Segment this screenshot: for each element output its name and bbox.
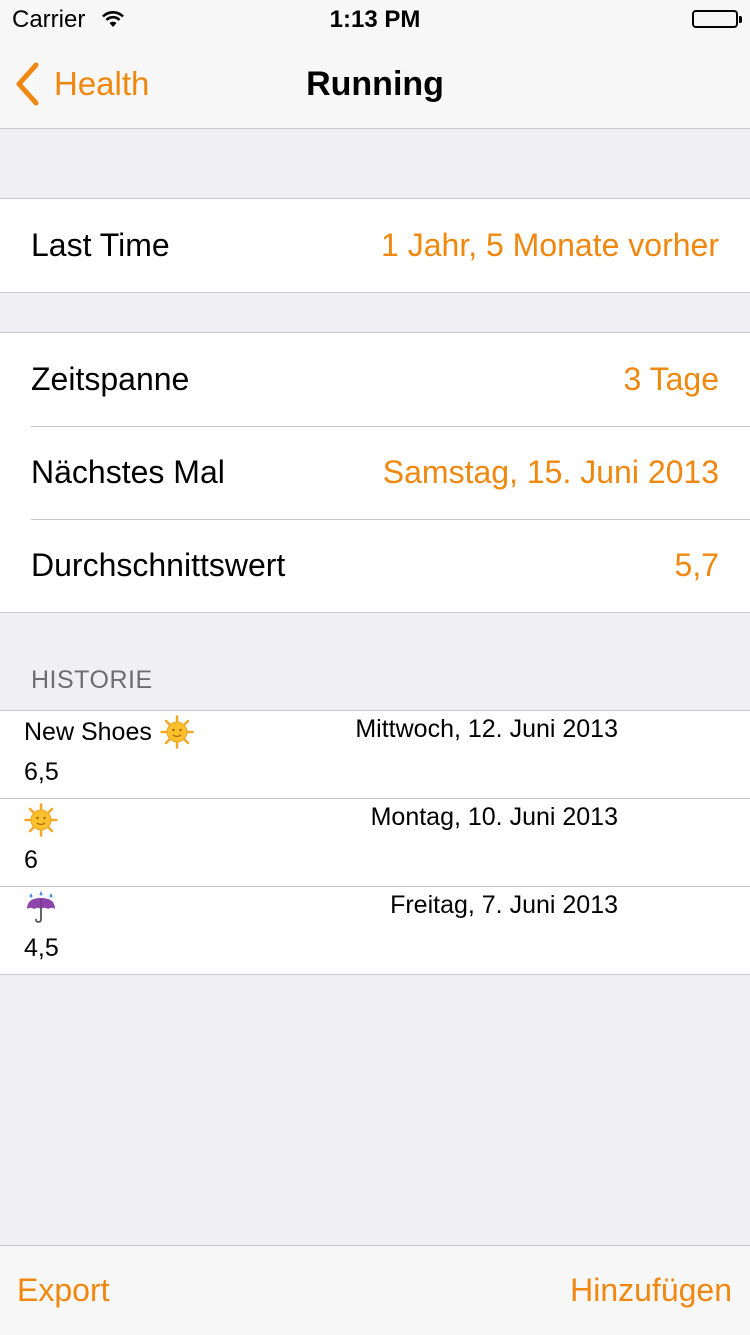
history-row[interactable]: Freitag, 7. Juni 2013 4,5 — [0, 886, 750, 974]
history-item-value: 6,5 — [24, 758, 59, 786]
history-row[interactable]: Montag, 10. Juni 2013 6 — [0, 798, 750, 886]
chevron-left-icon — [14, 62, 40, 106]
average-label: Durchschnittswert — [31, 547, 286, 583]
battery-icon — [692, 10, 742, 28]
status-bar: Carrier 1:13 PM — [0, 0, 750, 40]
last-time-group: Last Time 1 Jahr, 5 Monate vorher — [0, 198, 750, 293]
umbrella-rain-icon — [24, 891, 58, 925]
status-time: 1:13 PM — [329, 6, 421, 33]
history-item-date: Mittwoch, 12. Juni 2013 — [355, 715, 618, 743]
history-item-value: 4,5 — [24, 934, 59, 962]
last-time-value: 1 Jahr, 5 Monate vorher — [381, 227, 719, 263]
average-value: 5,7 — [674, 547, 719, 583]
period-label: Zeitspanne — [31, 361, 190, 397]
back-button-label: Health — [54, 65, 150, 102]
last-time-label: Last Time — [31, 227, 170, 263]
sun-icon — [24, 803, 58, 837]
history-section-header: HISTORIE — [31, 666, 153, 694]
history-item-date: Freitag, 7. Juni 2013 — [390, 891, 618, 919]
add-button[interactable]: Hinzufügen — [570, 1272, 732, 1309]
last-time-cell: Last Time 1 Jahr, 5 Monate vorher — [0, 199, 750, 292]
period-value: 3 Tage — [623, 361, 720, 397]
bottom-toolbar: Export Hinzufügen — [0, 1245, 750, 1335]
average-cell: Durchschnittswert 5,7 — [0, 519, 750, 612]
stats-group: Zeitspanne 3 Tage Nächstes Mal Samstag, … — [0, 332, 750, 613]
navigation-bar: Running Health — [0, 40, 750, 129]
period-cell[interactable]: Zeitspanne 3 Tage — [0, 333, 750, 426]
next-time-value: Samstag, 15. Juni 2013 — [382, 454, 719, 490]
next-time-label: Nächstes Mal — [31, 454, 225, 490]
history-list: New Shoes Mittwoch, 12. Juni 2013 6,5 Mo… — [0, 710, 750, 975]
export-button[interactable]: Export — [17, 1272, 109, 1309]
history-item-name: New Shoes — [24, 717, 152, 746]
back-button[interactable]: Health — [14, 62, 149, 106]
sun-icon — [160, 715, 194, 749]
next-time-cell[interactable]: Nächstes Mal Samstag, 15. Juni 2013 — [0, 426, 750, 519]
history-item-date: Montag, 10. Juni 2013 — [370, 803, 618, 831]
history-item-value: 6 — [24, 846, 38, 874]
history-row[interactable]: New Shoes Mittwoch, 12. Juni 2013 6,5 — [0, 711, 750, 798]
